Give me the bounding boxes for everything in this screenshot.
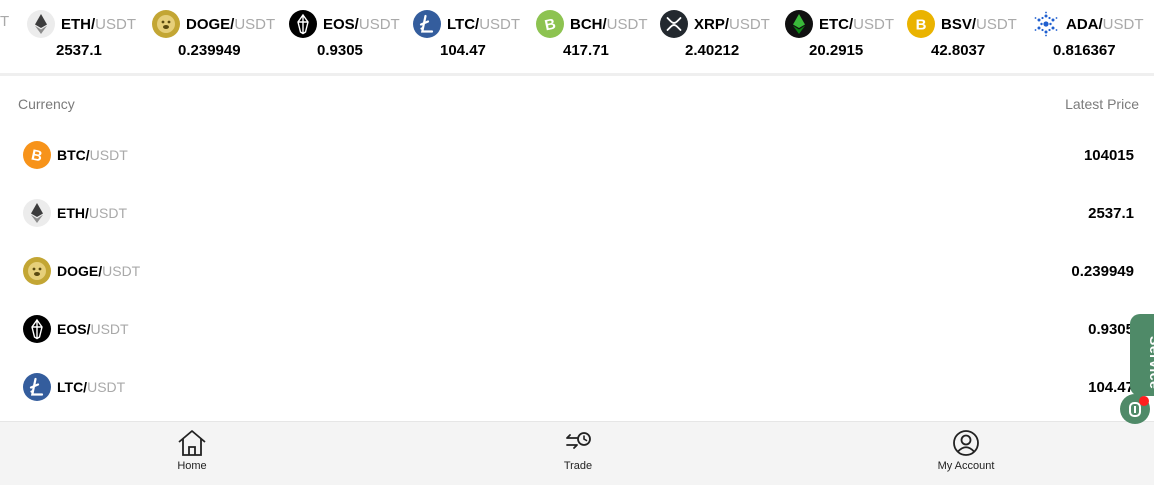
ticker-price: 20.2915 [809, 42, 864, 59]
nav-trade-label: Trade [563, 460, 593, 472]
row-base: ETH/ [57, 205, 89, 221]
bottom-navigation: Home Trade My Account [0, 421, 1154, 485]
ticker-item-xrp[interactable]: XRP/USDT 2.40212 [660, 9, 770, 65]
ticker-price: 0.239949 [178, 42, 241, 59]
row-base: BTC/ [57, 147, 90, 163]
doge-icon [23, 257, 51, 285]
market-row-doge[interactable]: DOGE/USDT 0.239949 [0, 257, 1154, 315]
ticker-base: ETC/ [819, 15, 854, 33]
ada-icon [1034, 11, 1058, 37]
list-header: Currency Latest Price [0, 96, 1154, 118]
bch-icon: B [536, 10, 564, 38]
doge-icon [152, 10, 180, 38]
row-base: EOS/ [57, 321, 91, 337]
home-icon [178, 430, 206, 456]
eos-icon [23, 315, 51, 343]
ticker-divider [0, 73, 1154, 76]
nav-home[interactable]: Home [152, 428, 232, 478]
ltc-icon [23, 373, 51, 401]
ticker-quote: USDT [853, 15, 895, 33]
eth-icon [27, 10, 55, 38]
ticker-quote: USDT [606, 15, 648, 33]
ticker-item-eos[interactable]: EOS/USDT 0.9305 [289, 9, 400, 65]
market-row-eth[interactable]: ETH/USDT 2537.1 [0, 199, 1154, 257]
latest-price-column-header: Latest Price [1065, 96, 1139, 112]
row-price: 104015 [1083, 147, 1134, 164]
row-quote: USDT [102, 263, 141, 279]
currency-column-header: Currency [18, 96, 75, 112]
ticker-item-ada[interactable]: ADA/USDT 0.816367 [1032, 9, 1144, 65]
ticker-base: ADA/ [1066, 15, 1103, 33]
nav-home-label: Home [177, 460, 207, 472]
market-row-btc[interactable]: B BTC/USDT 104015 [0, 141, 1154, 199]
ticker-base: DOGE/ [186, 15, 235, 33]
bsv-icon: B [907, 10, 935, 38]
row-quote: USDT [90, 321, 129, 337]
market-row-eos[interactable]: EOS/USDT 0.9305 [0, 315, 1154, 373]
ticker-item-doge[interactable]: DOGE/USDT 0.239949 [152, 9, 276, 65]
ticker-price: 104.47 [440, 42, 486, 59]
ticker-price: 42.8037 [931, 42, 986, 59]
ticker-price: 2.40212 [685, 42, 740, 59]
row-quote: USDT [87, 379, 126, 395]
ticker-item-bsv[interactable]: B BSV/USDT 42.8037 [907, 9, 1017, 65]
ticker-base: XRP/ [694, 15, 730, 33]
nav-account-label: My Account [937, 460, 995, 472]
ticker-partial-item: T [0, 13, 10, 30]
eth-icon [23, 199, 51, 227]
btc-icon: B [23, 141, 51, 169]
row-quote: USDT [88, 205, 128, 221]
ticker-quote: USDT [358, 15, 400, 33]
nav-my-account[interactable]: My Account [926, 428, 1006, 478]
notification-dot [1139, 396, 1149, 406]
row-base: LTC/ [57, 379, 88, 395]
ticker-quote: USDT [729, 15, 770, 33]
etc-icon [785, 10, 813, 38]
xrp-icon [660, 10, 688, 38]
price-ticker: T ETH/USDT 2537.1 DOGE/USDT 0.239949 EOS… [0, 0, 1154, 74]
eos-icon [289, 10, 317, 38]
ticker-item-etc[interactable]: ETC/USDT 20.2915 [785, 9, 895, 65]
ticker-item-bch[interactable]: B BCH/USDT 417.71 [536, 9, 648, 65]
ticker-base: BCH/ [570, 15, 607, 33]
ticker-item-ltc[interactable]: LTC/USDT 104.47 [413, 9, 521, 65]
account-icon [953, 430, 979, 456]
ticker-base: BSV/ [941, 15, 977, 33]
row-price: 0.239949 [1071, 263, 1134, 280]
ticker-item-eth[interactable]: ETH/USDT 2537.1 [27, 9, 139, 65]
row-base: DOGE/ [57, 263, 103, 279]
row-price: 2537.1 [1088, 205, 1134, 222]
ticker-quote: USDT [95, 15, 137, 33]
nav-trade[interactable]: Trade [538, 428, 618, 478]
svg-text:B: B [916, 17, 927, 34]
ticker-base: EOS/ [323, 15, 359, 33]
ltc-icon [413, 10, 441, 38]
service-label: Service [1147, 336, 1154, 390]
ticker-price: 2537.1 [56, 42, 102, 59]
ticker-quote: USDT [976, 15, 1017, 33]
row-quote: USDT [89, 147, 128, 163]
ticker-base: ETH/ [61, 15, 96, 33]
ticker-quote: USDT [479, 15, 521, 33]
ticker-quote: USDT [1102, 15, 1144, 33]
ticker-price: 417.71 [563, 42, 609, 59]
ticker-base: LTC/ [447, 15, 480, 33]
trade-icon [566, 432, 591, 449]
customer-service-tab[interactable]: Service [1120, 314, 1154, 426]
ticker-price: 0.9305 [317, 42, 363, 59]
ticker-quote: USDT [234, 15, 276, 33]
ticker-price: 0.816367 [1053, 42, 1116, 59]
